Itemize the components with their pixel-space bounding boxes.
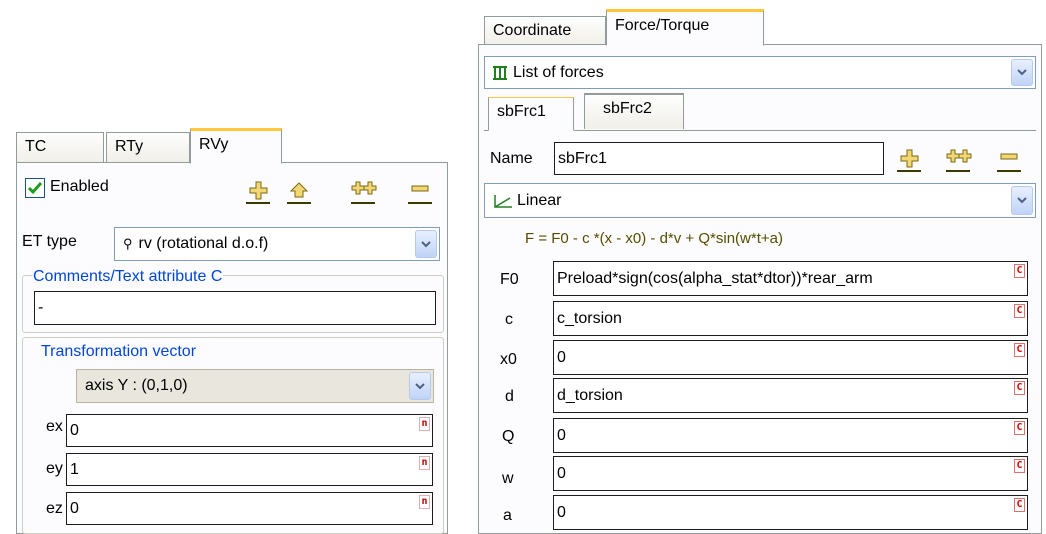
- axis-value: axis Y : (0,1,0): [85, 377, 188, 394]
- tab-coordinate[interactable]: Coordinate: [484, 16, 606, 45]
- tab-coordinate-label: Coordinate: [493, 22, 572, 39]
- ez-label: ez: [46, 500, 63, 517]
- rotation-icon: ⚲: [123, 236, 133, 251]
- param-label-a: a: [503, 507, 512, 524]
- force-law-value: Linear: [517, 191, 562, 209]
- comments-title: Comments/Text attribute C: [32, 268, 224, 286]
- checkbox-checked-icon: [27, 182, 43, 195]
- dropdown-arrow-icon[interactable]: [1011, 186, 1033, 215]
- et-type-value: rv (rotational d.o.f): [138, 235, 269, 252]
- subtab-sbfrc2[interactable]: sbFrc2: [584, 93, 684, 129]
- tab-force-torque-label: Force/Torque: [615, 17, 710, 34]
- param-value-q: 0: [557, 426, 566, 444]
- ez-input[interactable]: 0 n: [66, 492, 433, 525]
- param-mark-f0[interactable]: C: [1014, 264, 1025, 278]
- remove-icon[interactable]: [997, 148, 1021, 172]
- ex-mark[interactable]: n: [419, 417, 430, 431]
- param-value-d: d_torsion: [557, 386, 623, 404]
- et-type-select[interactable]: ⚲ rv (rotational d.o.f): [114, 227, 440, 261]
- dropdown-arrow-icon[interactable]: [1011, 59, 1033, 86]
- list-of-forces-select[interactable]: List of forces: [484, 56, 1036, 89]
- param-label-w: w: [502, 470, 514, 487]
- name-input[interactable]: sbFrc1: [554, 142, 884, 175]
- tab-tc-label: TC: [25, 138, 47, 155]
- add-icon[interactable]: [246, 180, 270, 204]
- param-label-x0: x0: [500, 351, 517, 368]
- param-mark-x0[interactable]: C: [1014, 343, 1025, 357]
- add-icon[interactable]: [897, 148, 921, 172]
- tab-rvy[interactable]: RVy: [190, 128, 282, 164]
- enabled-checkbox[interactable]: [25, 178, 45, 198]
- insert-icon[interactable]: [287, 180, 311, 204]
- subtab-sbfrc2-label: sbFrc2: [603, 100, 652, 117]
- param-label-c: c: [505, 311, 513, 328]
- ez-mark[interactable]: n: [419, 495, 430, 509]
- param-value-c: c_torsion: [557, 309, 622, 327]
- ey-value: 1: [70, 460, 79, 478]
- param-mark-w[interactable]: C: [1014, 459, 1025, 473]
- param-mark-a[interactable]: C: [1014, 498, 1025, 512]
- param-input-w[interactable]: 0 C: [553, 456, 1028, 491]
- force-formula: F = F0 - c *(x - x0) - d*v + Q*sin(w*t+a…: [525, 230, 783, 247]
- list-of-forces-value: List of forces: [513, 63, 604, 81]
- comments-value: -: [38, 299, 44, 316]
- param-input-c[interactable]: c_torsion C: [553, 301, 1028, 336]
- duplicate-icon[interactable]: [946, 148, 972, 172]
- param-value-f0: Preload*sign(cos(alpha_stat*dtor))*rear_…: [557, 269, 873, 287]
- transform-title: Transformation vector: [40, 343, 198, 361]
- tab-tc[interactable]: TC: [16, 132, 104, 162]
- param-value-x0: 0: [557, 348, 566, 366]
- ez-value: 0: [70, 499, 79, 517]
- param-input-a[interactable]: 0 C: [553, 495, 1028, 530]
- param-input-x0[interactable]: 0 C: [553, 340, 1028, 375]
- dropdown-arrow-icon[interactable]: [409, 372, 431, 400]
- param-label-d: d: [505, 388, 514, 405]
- param-value-w: 0: [557, 464, 566, 482]
- subtab-sbfrc1-label: sbFrc1: [497, 103, 546, 120]
- ex-label: ex: [46, 418, 63, 435]
- ey-label: ey: [46, 460, 63, 477]
- enabled-label: Enabled: [50, 178, 109, 195]
- list-forces-icon: [493, 65, 507, 80]
- remove-icon[interactable]: [408, 180, 432, 204]
- comments-input[interactable]: -: [34, 291, 436, 325]
- ex-value: 0: [70, 421, 79, 439]
- param-input-d[interactable]: d_torsion C: [553, 378, 1028, 413]
- ey-input[interactable]: 1 n: [66, 453, 433, 486]
- param-label-f0: F0: [500, 271, 519, 288]
- axis-select[interactable]: axis Y : (0,1,0): [76, 369, 434, 403]
- param-label-q: Q: [502, 428, 515, 445]
- name-value: sbFrc1: [558, 149, 607, 167]
- param-input-q[interactable]: 0 C: [553, 418, 1028, 453]
- ex-input[interactable]: 0 n: [66, 414, 433, 447]
- tab-rvy-label: RVy: [199, 136, 229, 153]
- duplicate-icon[interactable]: [351, 180, 377, 204]
- param-mark-q[interactable]: C: [1014, 421, 1025, 435]
- linear-law-icon: [494, 194, 512, 208]
- param-value-a: 0: [557, 503, 566, 521]
- param-input-f0[interactable]: Preload*sign(cos(alpha_stat*dtor))*rear_…: [553, 261, 1028, 296]
- tab-rty-label: RTy: [115, 138, 144, 155]
- param-mark-c[interactable]: C: [1014, 304, 1025, 318]
- dropdown-arrow-icon[interactable]: [415, 230, 437, 258]
- et-type-label: ET type: [22, 233, 77, 250]
- tab-rty[interactable]: RTy: [106, 132, 190, 162]
- tab-force-torque[interactable]: Force/Torque: [606, 9, 764, 46]
- ey-mark[interactable]: n: [419, 456, 430, 470]
- subtab-sbfrc1[interactable]: sbFrc1: [488, 97, 574, 131]
- force-law-select[interactable]: Linear: [484, 183, 1036, 218]
- name-label: Name: [490, 150, 533, 167]
- param-mark-d[interactable]: C: [1014, 381, 1025, 395]
